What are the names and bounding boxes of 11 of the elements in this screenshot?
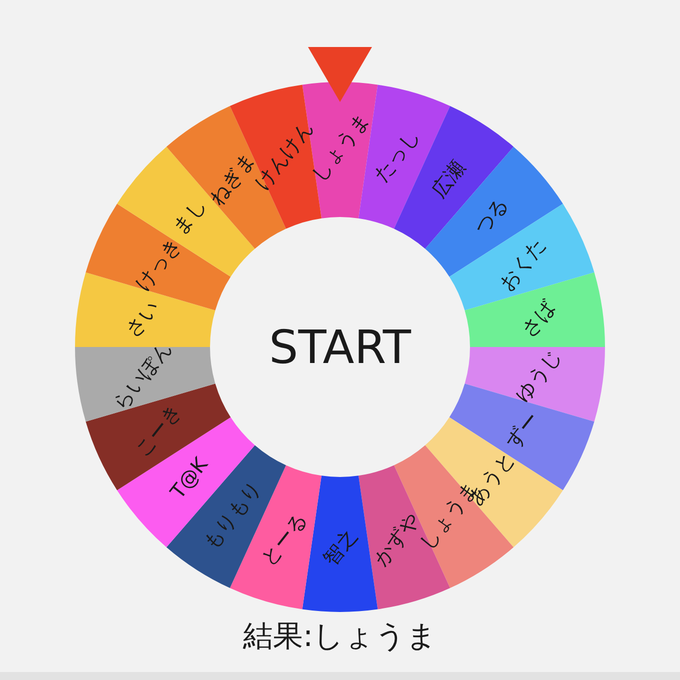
segment-label: とーる [256,508,312,570]
pointer-icon [308,47,372,102]
segment-label: 広瀬 [426,156,470,202]
segment-label: ずー [500,406,544,454]
result-text: 結果:しょうま [242,618,438,656]
segment-label: さい [120,295,164,342]
start-button[interactable]: START [269,320,411,374]
segment-label: ゆうじ [510,344,566,406]
segment-label: 智之 [318,524,362,570]
segment-label: さば [516,295,560,342]
segment-label: たっし [368,124,424,186]
